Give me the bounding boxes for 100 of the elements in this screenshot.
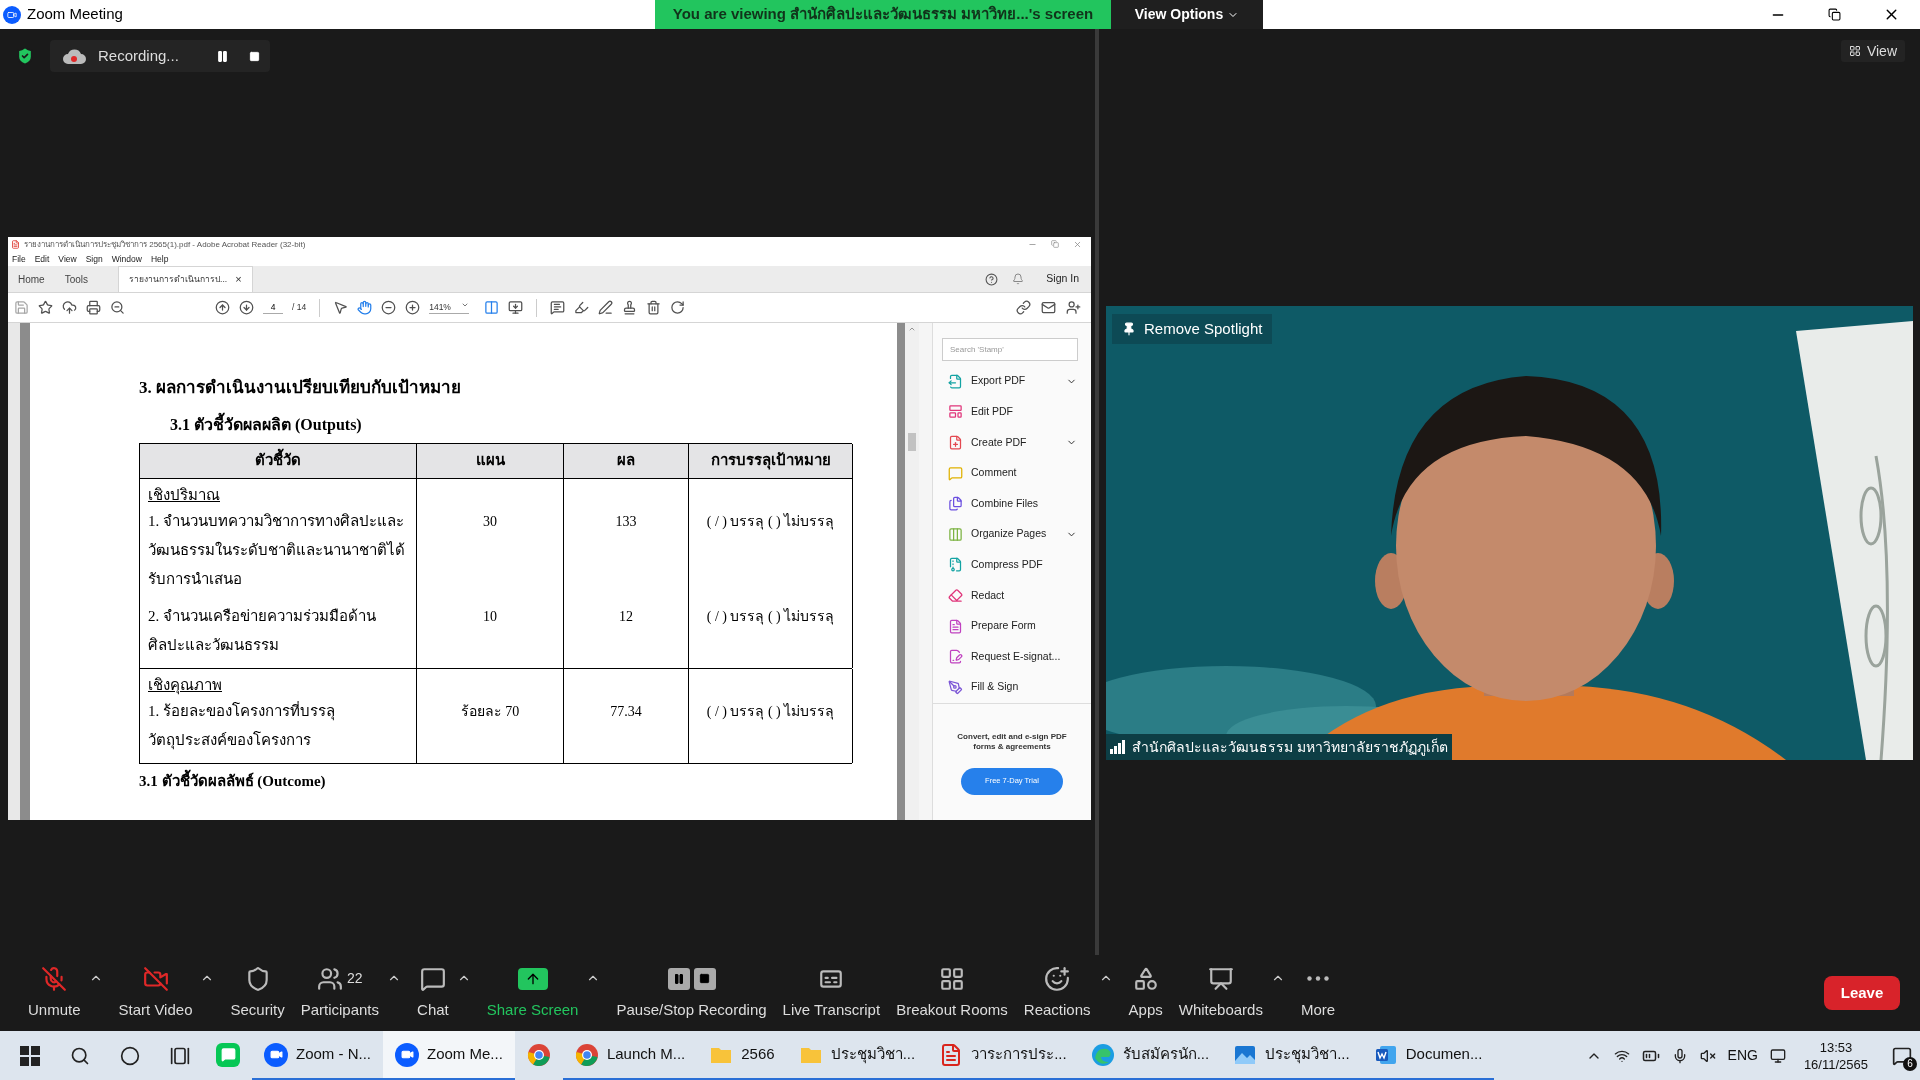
toolbar-button[interactable]: 22 Participants xyxy=(292,964,410,1022)
meet-icon[interactable] xyxy=(1769,1047,1786,1064)
menu-item[interactable]: Window xyxy=(111,252,142,266)
toolbar-button[interactable]: Apps xyxy=(1120,964,1171,1022)
toolbar-button[interactable]: Live Transcript xyxy=(774,964,889,1022)
toolbar-button[interactable]: More xyxy=(1292,964,1344,1022)
toolbar-button[interactable]: Reactions xyxy=(1015,964,1121,1022)
tab[interactable]: Tools xyxy=(54,266,99,292)
taskbar-app[interactable]: วาระการประ... xyxy=(927,1031,1079,1080)
print-icon[interactable] xyxy=(86,300,101,315)
pause-icon[interactable] xyxy=(216,49,229,63)
file-plus-icon xyxy=(948,435,963,450)
view-options-button[interactable]: View Options xyxy=(1111,0,1263,29)
taskbar-app[interactable]: Launch M... xyxy=(562,1031,698,1080)
tool-item[interactable]: Organize Pages xyxy=(948,518,1091,550)
table-cell-text: ( / ) บรรลุ ( ) ไม่บรรลุ xyxy=(706,702,835,722)
clock[interactable]: 13:53 16/11/2565 xyxy=(1797,1038,1874,1073)
scroll-up-icon[interactable] xyxy=(908,325,916,333)
close-tab-icon[interactable]: × xyxy=(235,271,242,288)
taskbar-app[interactable]: ประชุมวิชา... xyxy=(1221,1031,1362,1080)
tool-item[interactable]: Export PDF xyxy=(948,366,1091,397)
bell-icon[interactable] xyxy=(1012,273,1025,285)
start-button[interactable] xyxy=(20,1045,40,1066)
toolbar-button[interactable]: Chat xyxy=(409,964,479,1022)
rotate-icon[interactable] xyxy=(670,300,686,315)
menu-item[interactable]: View xyxy=(58,252,77,266)
previous-page-icon[interactable] xyxy=(215,300,230,315)
page-count: / 14 xyxy=(292,301,307,314)
task-view-icon[interactable] xyxy=(170,1045,190,1066)
tool-item[interactable]: Create PDF xyxy=(948,427,1091,458)
next-page-icon[interactable] xyxy=(239,300,254,315)
taskbar-app[interactable]: 2566 xyxy=(697,1031,787,1080)
add-user-icon[interactable] xyxy=(1066,300,1081,315)
pointer-icon[interactable] xyxy=(333,300,349,315)
remove-spotlight-button[interactable]: Remove Spotlight xyxy=(1112,314,1273,344)
tool-item[interactable]: Fill & Sign xyxy=(948,671,1091,703)
signal-icon xyxy=(1110,740,1126,754)
file-arrow-icon xyxy=(948,373,963,389)
taskbar-app[interactable]: ประชุมวิชา... xyxy=(786,1031,928,1080)
stamp-icon[interactable] xyxy=(622,300,638,315)
menu-item[interactable]: Sign xyxy=(85,252,103,266)
zoom-level-dropdown[interactable]: 141% xyxy=(429,300,470,315)
page-layout-icon[interactable] xyxy=(484,300,500,315)
zoom-in-icon[interactable] xyxy=(405,300,421,315)
tab[interactable]: Home xyxy=(8,266,55,292)
toolbar-button[interactable]: Security xyxy=(222,964,293,1022)
leave-button[interactable]: Leave xyxy=(1824,976,1900,1010)
circle-icon[interactable] xyxy=(120,1045,140,1066)
zoom-logo-icon xyxy=(3,5,21,24)
table-cell-text: 10 xyxy=(483,607,497,626)
smiley-icon xyxy=(1044,965,1071,992)
taskbar-app[interactable]: Zoom Me... xyxy=(383,1031,515,1080)
menu-item[interactable]: File xyxy=(12,252,26,266)
table-cell-text: 12 xyxy=(619,607,633,626)
link-icon[interactable] xyxy=(1016,300,1031,315)
chat-icon xyxy=(419,965,446,992)
speaker-muted-icon[interactable] xyxy=(1699,1047,1716,1064)
sign-in-button[interactable]: Sign In xyxy=(1046,271,1079,287)
pen-icon[interactable] xyxy=(598,300,614,315)
language-indicator[interactable]: ENG xyxy=(1727,1045,1758,1066)
upload-icon[interactable] xyxy=(62,300,77,315)
highlighter-icon[interactable] xyxy=(574,300,590,315)
restore-icon[interactable] xyxy=(1828,8,1841,21)
menu-item[interactable]: Edit xyxy=(34,252,50,266)
view-button[interactable]: View xyxy=(1840,40,1905,62)
stop-icon[interactable] xyxy=(249,50,260,62)
comment-icon xyxy=(948,465,963,481)
tool-item[interactable]: Comment xyxy=(948,457,1091,489)
screen-share-banner: You are viewing สำนักศิลปะและวัฒนธรรม มหาวิทย...'s screen xyxy=(655,0,1111,29)
help-icon[interactable] xyxy=(985,272,999,286)
toolbar-button[interactable]: Unmute xyxy=(20,964,111,1022)
toolbar-button[interactable]: Start Video xyxy=(110,964,223,1022)
tool-item[interactable]: Request E-signat... xyxy=(948,641,1091,672)
tool-item[interactable]: Redact xyxy=(948,580,1091,611)
tab[interactable]: รายงานการดำเนินการป... × xyxy=(118,266,253,292)
toolbar-button[interactable]: Breakout Rooms xyxy=(888,964,1016,1022)
page-number-field[interactable]: 4 xyxy=(263,300,283,315)
toolbar-button[interactable]: Pause/Stop Recording xyxy=(608,964,775,1022)
scrollbar-thumb[interactable] xyxy=(908,433,916,451)
tool-item[interactable]: Edit PDF xyxy=(948,396,1091,428)
zoom-out-icon[interactable] xyxy=(381,300,397,315)
zoom-out-icon[interactable] xyxy=(110,300,125,315)
tool-item[interactable]: Combine Files xyxy=(948,488,1091,519)
search-icon[interactable] xyxy=(70,1045,90,1066)
mail-icon[interactable] xyxy=(1041,300,1056,315)
tool-item[interactable]: Compress PDF xyxy=(948,549,1091,581)
toolbar-button[interactable]: Share Screen xyxy=(478,964,609,1022)
category-label: เชิงปริมาณ xyxy=(148,486,220,503)
toolbar-button[interactable]: Whiteboards xyxy=(1170,964,1293,1022)
search-field[interactable]: Search 'Stamp' xyxy=(942,338,1078,361)
notification-count-badge: 6 xyxy=(1903,1056,1917,1071)
hand-icon[interactable] xyxy=(357,300,373,315)
comment-icon[interactable] xyxy=(550,300,566,315)
scroll-mode-icon[interactable] xyxy=(508,300,524,315)
menu-item[interactable]: Help xyxy=(150,252,169,266)
tool-item[interactable]: Prepare Form xyxy=(948,610,1091,642)
taskbar-app[interactable]: รับสมัครนัก... xyxy=(1078,1031,1222,1080)
taskbar-app[interactable]: Documen... xyxy=(1361,1031,1495,1080)
star-icon[interactable] xyxy=(38,300,53,315)
trash-icon[interactable] xyxy=(646,300,662,315)
